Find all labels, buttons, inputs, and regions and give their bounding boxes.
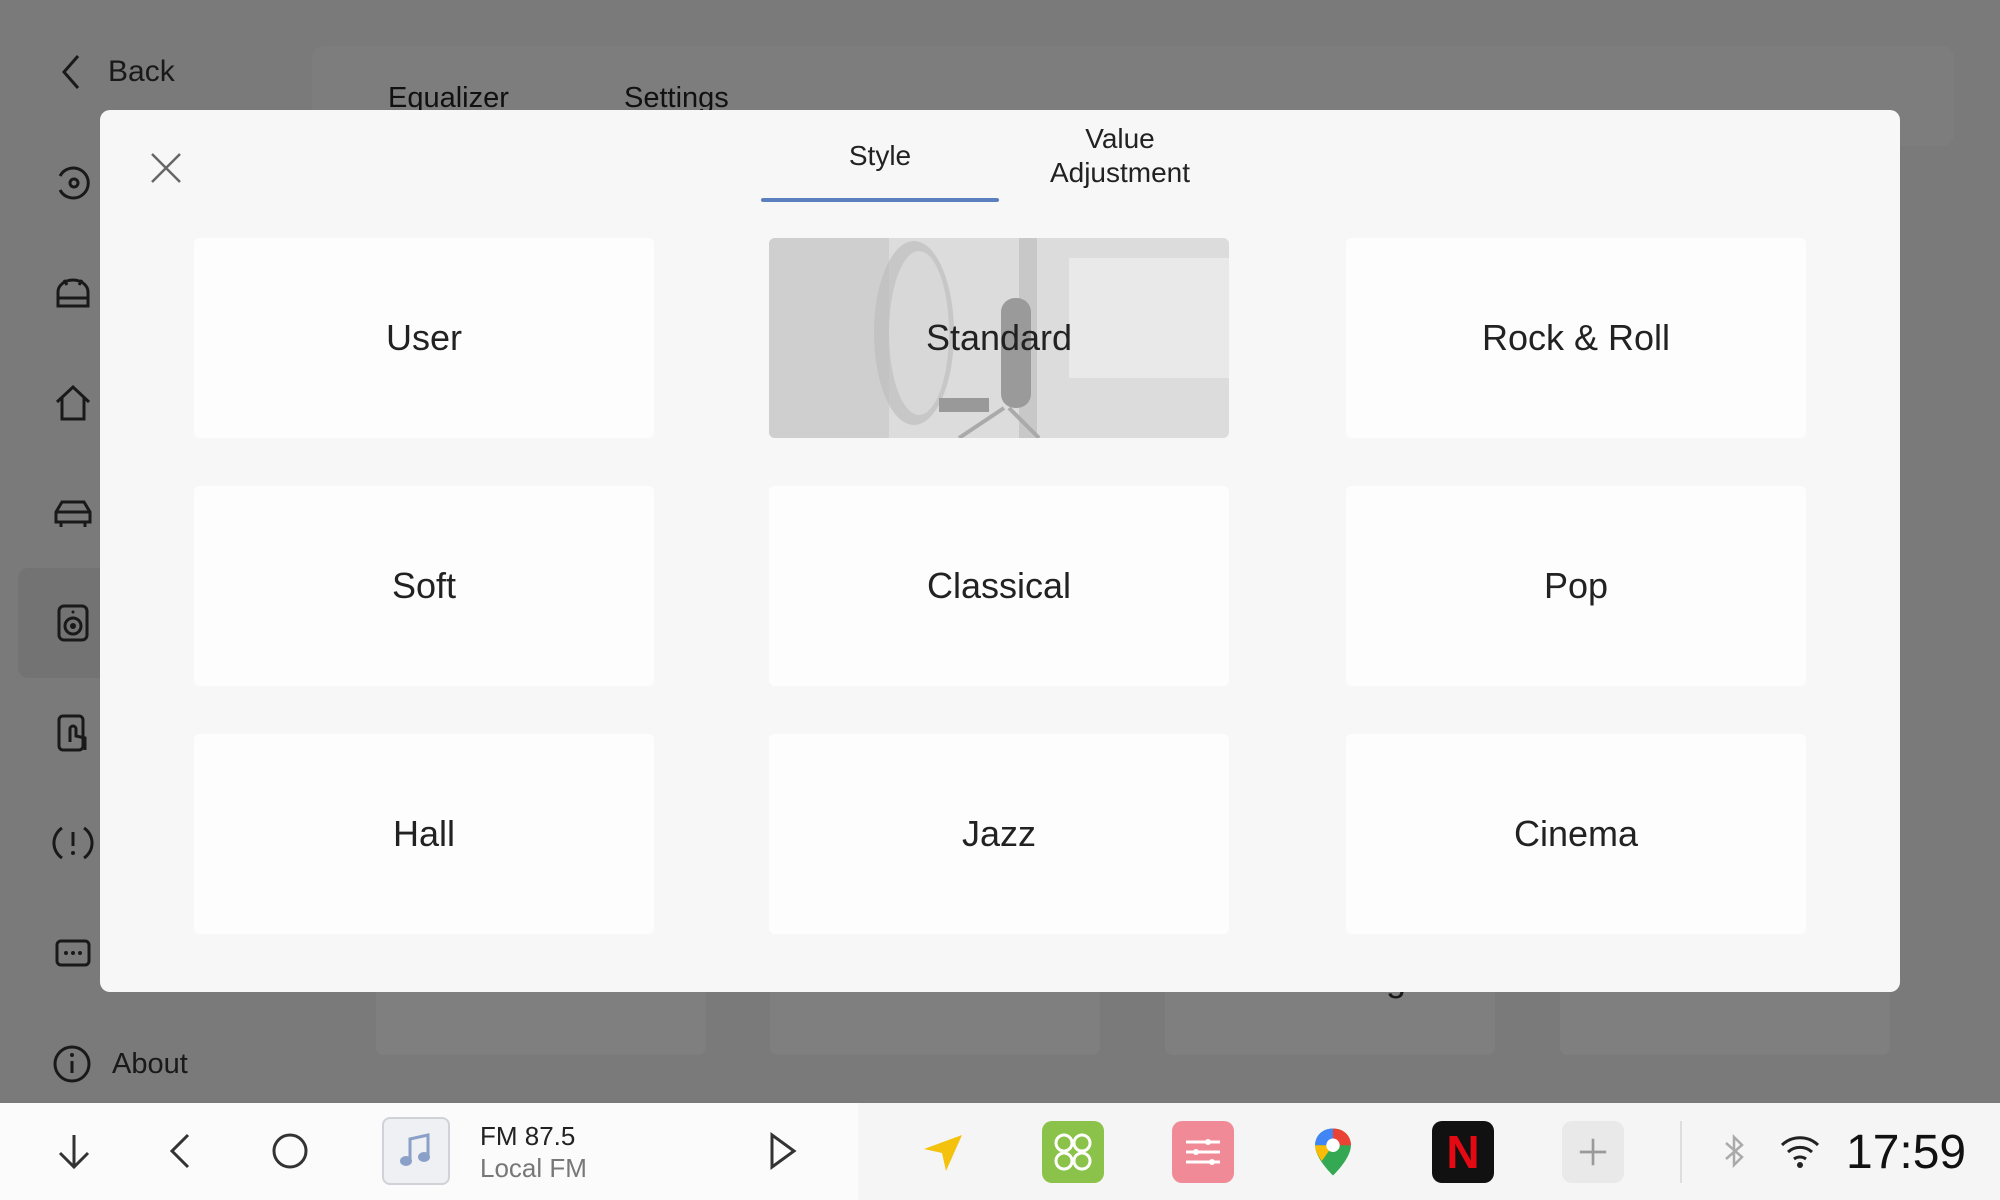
clock: 17:59 <box>1846 1126 1967 1179</box>
style-card-label: Pop <box>1543 565 1609 606</box>
wifi-icon[interactable] <box>1778 1129 1822 1173</box>
style-card-rock-and-roll[interactable]: Rock & Roll <box>1346 238 1806 438</box>
style-card-label: Hall <box>392 813 455 854</box>
status-divider <box>1680 1121 1682 1183</box>
style-card-pop[interactable]: Pop <box>1346 486 1806 686</box>
style-card-label: Jazz <box>961 813 1037 854</box>
style-card-label: Standard <box>925 317 1073 358</box>
maps-icon[interactable] <box>1302 1121 1364 1183</box>
style-card-jazz[interactable]: Jazz <box>769 734 1229 934</box>
close-button[interactable] <box>146 148 186 188</box>
nav-home-icon[interactable] <box>268 1129 312 1173</box>
netflix-letter: N <box>1446 1126 1480 1178</box>
app-grid-icon[interactable] <box>1042 1121 1104 1183</box>
equalizer-app-icon[interactable] <box>1172 1121 1234 1183</box>
play-icon[interactable] <box>760 1129 804 1173</box>
close-icon <box>151 153 181 183</box>
style-card-cinema[interactable]: Cinema <box>1346 734 1806 934</box>
style-card-user[interactable]: User <box>194 238 654 438</box>
bluetooth-icon[interactable] <box>1712 1129 1756 1173</box>
style-card-label: Classical <box>926 565 1072 606</box>
navigation-icon[interactable] <box>912 1121 974 1183</box>
music-note-icon <box>400 1133 430 1166</box>
style-card-soft[interactable]: Soft <box>194 486 654 686</box>
style-card-label: Cinema <box>1513 813 1639 854</box>
style-card-classical[interactable]: Classical <box>769 486 1229 686</box>
now-playing-thumbnail[interactable] <box>382 1117 450 1185</box>
tab-value-adjustment-label: Value Adjustment <box>1049 123 1191 188</box>
tab-style-label: Style <box>848 140 912 172</box>
sound-style-dialog: Style Value Adjustment User Standard Roc <box>100 110 1900 992</box>
nav-back-icon[interactable] <box>160 1129 204 1173</box>
style-card-label: Rock & Roll <box>1481 317 1671 358</box>
netflix-icon[interactable]: N <box>1432 1121 1494 1183</box>
radio-station: FM 87.5 <box>480 1121 576 1151</box>
tab-value-adjustment[interactable]: Value Adjustment <box>1000 110 1240 202</box>
style-card-label: Soft <box>391 565 457 606</box>
style-card-hall[interactable]: Hall <box>194 734 654 934</box>
system-bar: FM 87.5 Local FM N 17:59 <box>0 1103 2000 1200</box>
tab-style[interactable]: Style <box>761 110 999 202</box>
active-tab-underline <box>761 198 999 202</box>
style-card-label: User <box>385 317 462 358</box>
style-card-standard[interactable]: Standard <box>769 238 1229 438</box>
add-app-icon[interactable] <box>1562 1121 1624 1183</box>
collapse-down-icon[interactable] <box>52 1129 96 1173</box>
radio-name: Local FM <box>480 1153 587 1183</box>
